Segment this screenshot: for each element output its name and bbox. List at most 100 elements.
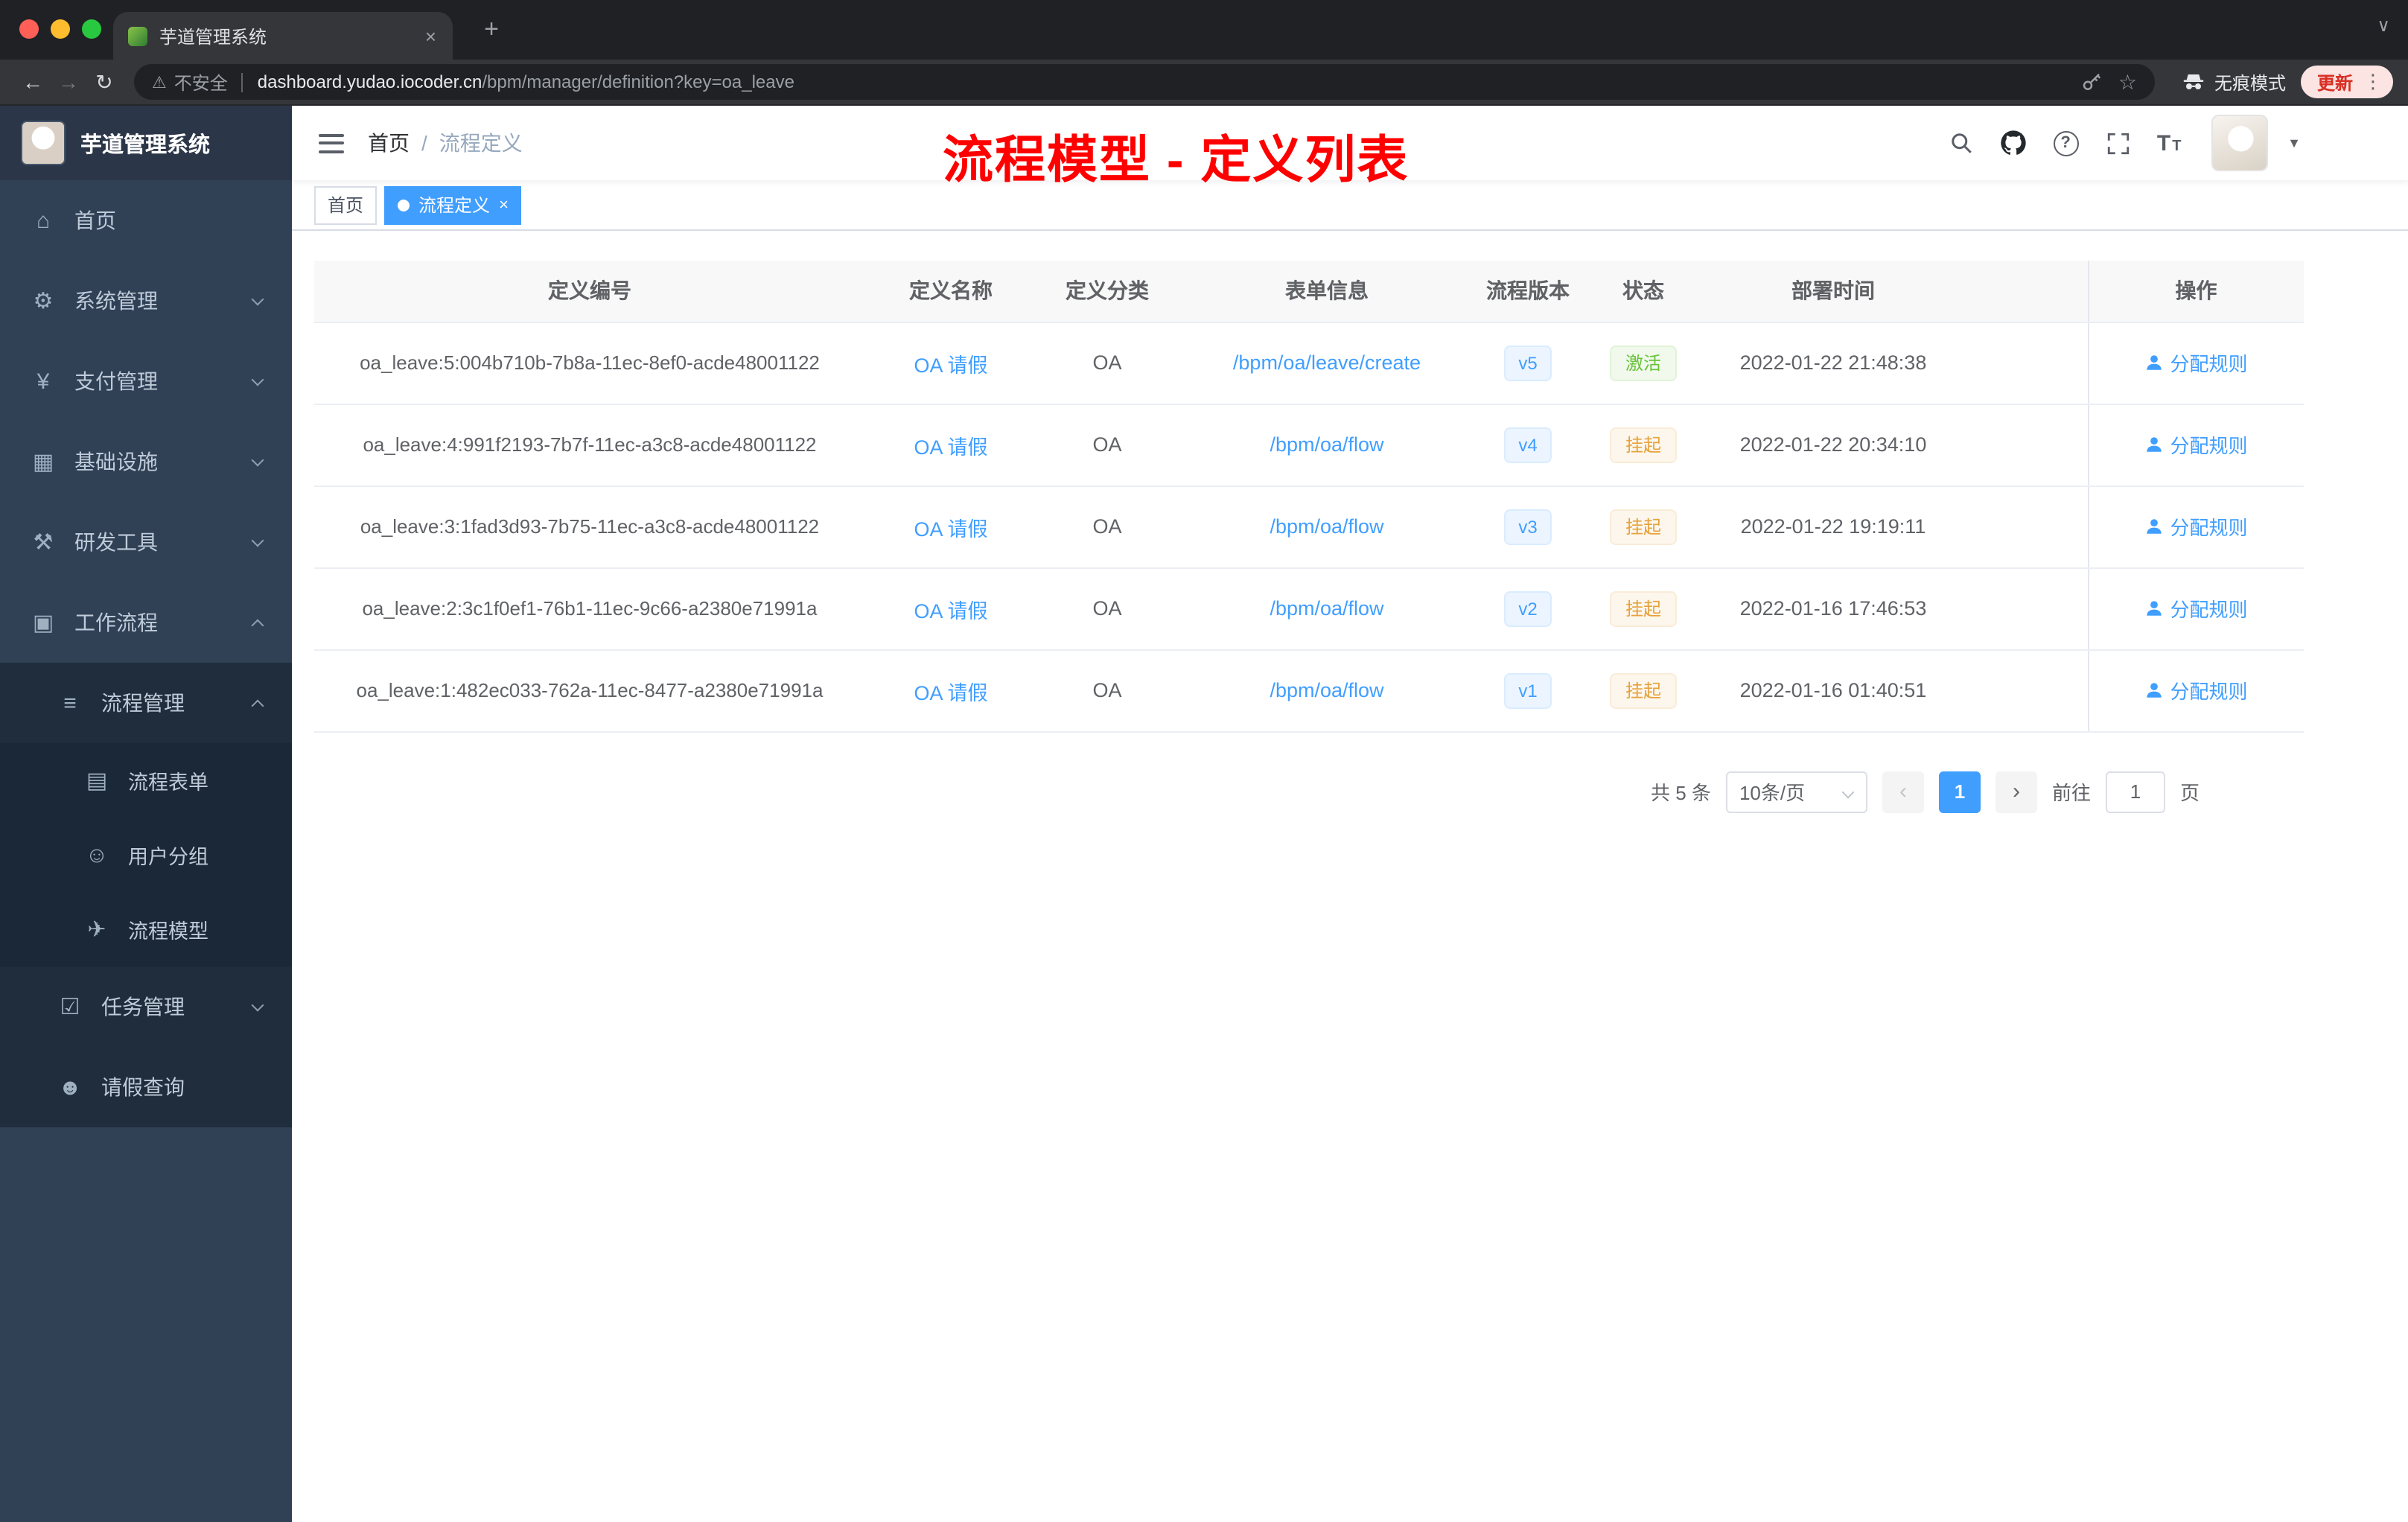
- sidebar-item-process-form[interactable]: ▤ 流程表单: [0, 743, 292, 818]
- font-size-icon: TT: [2156, 130, 2183, 156]
- sidebar-item-user-group[interactable]: ☺ 用户分组: [0, 818, 292, 892]
- user-icon: [2147, 683, 2162, 698]
- bookmark-star-icon[interactable]: ☆: [2118, 69, 2137, 95]
- sidebar-item-home[interactable]: ⌂ 首页: [0, 180, 292, 261]
- tab-favicon-icon: [128, 26, 147, 45]
- tab-close-icon[interactable]: ×: [421, 25, 441, 47]
- form-info-link[interactable]: /bpm/oa/flow: [1270, 433, 1383, 456]
- window-minimize-button[interactable]: [51, 19, 70, 39]
- assign-rule-button[interactable]: 分配规则: [2144, 348, 2248, 377]
- column-header-definition-category: 定义分类: [1036, 261, 1178, 322]
- assign-rule-button[interactable]: 分配规则: [2144, 430, 2248, 459]
- form-info-link[interactable]: /bpm/oa/flow: [1270, 597, 1383, 620]
- gear-icon: ⚙: [33, 289, 54, 314]
- help-button[interactable]: ?: [2046, 124, 2085, 162]
- page-size-select[interactable]: 10条/页: [1725, 771, 1867, 812]
- status-badge: 挂起: [1610, 427, 1676, 462]
- form-info-link[interactable]: /bpm/oa/flow: [1270, 515, 1383, 538]
- address-bar[interactable]: ⚠ 不安全 dashboard.yudao.iocoder.cn /bpm/ma…: [134, 64, 2155, 100]
- forward-button[interactable]: →: [51, 70, 86, 94]
- goto-page-input[interactable]: [2105, 771, 2165, 812]
- app-title: 芋道管理系统: [80, 133, 210, 157]
- user-icon: [2147, 437, 2162, 452]
- browser-tab[interactable]: 芋道管理系统 ×: [113, 12, 453, 60]
- back-button[interactable]: ←: [15, 70, 51, 94]
- definition-name-link[interactable]: OA 请假: [914, 681, 987, 704]
- column-header-definition-id: 定义编号: [314, 261, 865, 322]
- navbar-actions: ? TT ▼: [1942, 115, 2387, 171]
- definition-name-link[interactable]: OA 请假: [914, 518, 987, 540]
- new-tab-button[interactable]: +: [474, 12, 509, 48]
- tag-process-definition[interactable]: 流程定义 ×: [384, 185, 522, 224]
- status-badge: 挂起: [1610, 509, 1676, 544]
- sidebar-item-system-management[interactable]: ⚙ 系统管理: [0, 261, 292, 341]
- sidebar-item-process-management[interactable]: ≡ 流程管理: [0, 663, 292, 743]
- version-tag: v1: [1503, 672, 1552, 708]
- task-icon: ☑: [60, 995, 80, 1020]
- next-page-button[interactable]: ›: [1995, 771, 2037, 812]
- update-button[interactable]: 更新 ⋮: [2300, 66, 2393, 98]
- assign-rule-button[interactable]: 分配规则: [2144, 676, 2248, 704]
- sidebar-item-task-management[interactable]: ☑ 任务管理: [0, 967, 292, 1047]
- definition-name-link[interactable]: OA 请假: [914, 354, 987, 376]
- main-area: 首页 / 流程定义 ? TT ▼ 流程模型 - 定义列表 首页 流程定义 × 定…: [292, 106, 2408, 1522]
- sidebar-item-infrastructure[interactable]: ▦ 基础设施: [0, 421, 292, 502]
- github-icon: [2001, 130, 2026, 155]
- sidebar-item-workflow[interactable]: ▣ 工作流程: [0, 582, 292, 663]
- search-icon: [1952, 133, 1972, 153]
- deploy-time: 2022-01-16 17:46:53: [1707, 567, 1960, 650]
- version-tag: v2: [1503, 590, 1552, 626]
- active-tag-dot: [398, 199, 410, 211]
- user-avatar[interactable]: [2211, 115, 2269, 171]
- sidebar-toggle-icon[interactable]: [319, 133, 344, 153]
- font-size-button[interactable]: TT: [2150, 124, 2189, 162]
- window-controls: [19, 19, 101, 39]
- definition-name-link[interactable]: OA 请假: [914, 436, 987, 458]
- page-unit-label: 页: [2179, 782, 2200, 804]
- user-dropdown-caret-icon[interactable]: ▼: [2287, 136, 2301, 150]
- breadcrumb-current: 流程定义: [439, 131, 523, 155]
- paper-plane-icon: ✈: [87, 917, 106, 943]
- chevron-down-icon: [251, 533, 264, 547]
- version-tag: v4: [1503, 427, 1552, 462]
- deploy-time: 2022-01-22 21:48:38: [1707, 322, 1960, 404]
- sidebar-item-leave-query[interactable]: ☻ 请假查询: [0, 1047, 292, 1127]
- assign-rule-button[interactable]: 分配规则: [2144, 594, 2248, 623]
- goto-label: 前往: [2051, 782, 2091, 804]
- prev-page-button[interactable]: ‹: [1882, 771, 1924, 812]
- search-button[interactable]: [1942, 124, 1981, 162]
- user-icon: [2147, 519, 2162, 534]
- assign-rule-button[interactable]: 分配规则: [2144, 512, 2248, 541]
- top-navbar: 首页 / 流程定义 ? TT ▼ 流程模型 - 定义列表: [292, 106, 2408, 189]
- fullscreen-button[interactable]: [2098, 124, 2137, 162]
- omnibox-divider: [241, 72, 243, 92]
- window-zoom-button[interactable]: [82, 19, 101, 39]
- status-badge: 激活: [1610, 345, 1676, 380]
- current-page-button[interactable]: 1: [1938, 771, 1981, 812]
- github-button[interactable]: [1994, 124, 2033, 162]
- deploy-time: 2022-01-22 19:19:11: [1707, 485, 1960, 568]
- tag-home[interactable]: 首页: [314, 185, 378, 224]
- sidebar-item-dev-tools[interactable]: ⚒ 研发工具: [0, 502, 292, 582]
- list-icon: ≡: [63, 690, 77, 716]
- tags-view: 首页 流程定义 ×: [292, 180, 2408, 231]
- reload-button[interactable]: ↻: [86, 69, 122, 95]
- form-info-link[interactable]: /bpm/oa/leave/create: [1233, 351, 1421, 374]
- logo-avatar: [21, 121, 66, 165]
- sidebar-item-payment-management[interactable]: ¥ 支付管理: [0, 341, 292, 421]
- tag-close-icon[interactable]: ×: [499, 196, 509, 214]
- breadcrumb-home[interactable]: 首页: [368, 128, 410, 158]
- key-icon[interactable]: [2081, 71, 2103, 93]
- tab-search-icon[interactable]: ∨: [2377, 15, 2390, 36]
- definition-category: OA: [1036, 322, 1178, 404]
- sidebar: 芋道管理系统 ⌂ 首页 ⚙ 系统管理 ¥ 支付管理 ▦ 基础设施 ⚒ 研发工具 …: [0, 106, 292, 1522]
- definition-name-link[interactable]: OA 请假: [914, 599, 987, 622]
- window-close-button[interactable]: [19, 19, 39, 39]
- breadcrumb-separator: /: [421, 131, 427, 155]
- sidebar-item-process-model[interactable]: ✈ 流程模型: [0, 892, 292, 967]
- definition-category: OA: [1036, 485, 1178, 568]
- form-info-link[interactable]: /bpm/oa/flow: [1270, 679, 1383, 701]
- definition-category: OA: [1036, 649, 1178, 732]
- yen-icon: ¥: [36, 369, 50, 394]
- url-path: /bpm/manager/definition?key=oa_leave: [482, 71, 794, 92]
